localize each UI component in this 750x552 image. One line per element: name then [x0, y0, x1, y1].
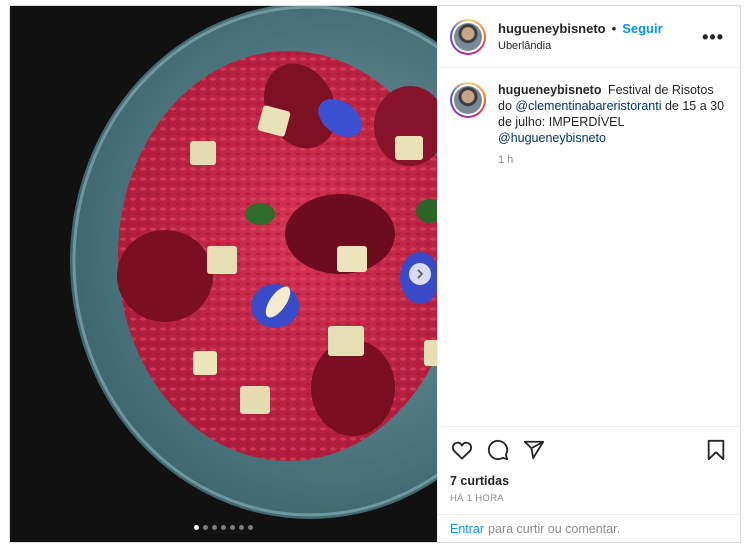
caption-username[interactable]: hugueneybisneto	[498, 83, 601, 97]
share-icon	[523, 440, 545, 459]
caption-timestamp: 1 h	[498, 154, 514, 166]
carousel-dot	[239, 525, 244, 530]
post-timestamp: HÁ 1 HORA	[450, 493, 504, 504]
caption-avatar[interactable]	[450, 82, 486, 118]
carousel-indicator	[10, 525, 437, 530]
risotto-image	[10, 6, 437, 542]
like-button[interactable]	[450, 438, 474, 462]
separator-dot: •	[611, 21, 617, 36]
post-sidebar: hugueneybisneto • Seguir Uberlândia ••• …	[437, 6, 740, 542]
mention-link[interactable]: @hugueneybisneto	[498, 131, 606, 145]
carousel-dot	[194, 525, 199, 530]
heart-icon	[451, 441, 473, 460]
avatar[interactable]	[450, 18, 486, 55]
carousel-dot	[212, 525, 217, 530]
login-link[interactable]: Entrar	[450, 522, 484, 536]
carousel-dot	[230, 525, 235, 530]
carousel-next-button[interactable]	[409, 263, 431, 285]
username-link[interactable]: hugueneybisneto	[498, 21, 606, 36]
post-header: hugueneybisneto • Seguir Uberlândia •••	[438, 6, 740, 68]
location-link[interactable]: Uberlândia	[498, 40, 698, 52]
comment-button[interactable]	[486, 438, 510, 462]
save-button[interactable]	[704, 438, 728, 462]
likes-count[interactable]: 7 curtidas	[438, 472, 740, 488]
comment-prompt-text: para curtir ou comentar.	[488, 521, 621, 536]
more-options-icon[interactable]: •••	[698, 24, 728, 50]
bookmark-icon	[707, 439, 725, 460]
carousel-dot	[248, 525, 253, 530]
chevron-right-icon	[417, 269, 424, 279]
post-photo[interactable]	[10, 6, 437, 542]
instagram-post: hugueneybisneto • Seguir Uberlândia ••• …	[9, 5, 741, 543]
carousel-dot	[221, 525, 226, 530]
carousel-dot	[203, 525, 208, 530]
comment-prompt: Entrar para curtir ou comentar.	[438, 514, 740, 542]
comment-icon	[487, 439, 509, 460]
follow-button[interactable]: Seguir	[622, 21, 662, 36]
mention-link[interactable]: @clementinabareristoranti	[515, 99, 661, 113]
action-bar	[438, 426, 740, 472]
share-button[interactable]	[522, 438, 546, 462]
caption: hugueneybisneto Festival de Risotos do @…	[438, 68, 740, 426]
